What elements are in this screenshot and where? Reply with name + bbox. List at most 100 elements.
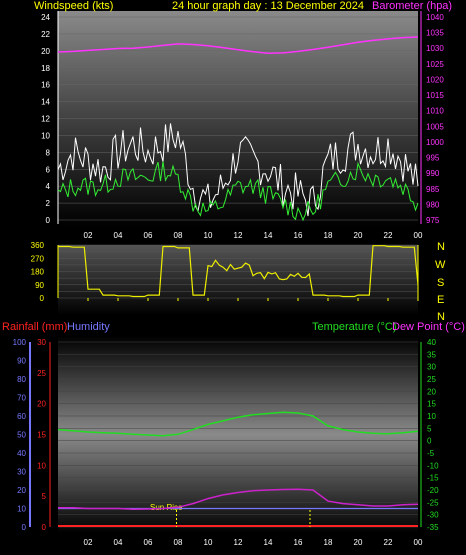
temperature-tick-label: 0 bbox=[427, 437, 432, 446]
hour-tick-label-bottom: 22 bbox=[384, 538, 393, 547]
humidity-tick-label: 80 bbox=[17, 375, 26, 384]
barometer-tick-label: 975 bbox=[426, 216, 440, 225]
hour-tick-label: 14 bbox=[264, 231, 273, 240]
barometer-tick-label: 995 bbox=[426, 154, 440, 163]
temperature-tick-label: 30 bbox=[427, 363, 436, 372]
chart-title: 24 hour graph day : 13 December 2024 bbox=[172, 0, 364, 12]
wind-tick-label: 2 bbox=[46, 199, 51, 208]
rainfall-tick-label: 20 bbox=[37, 400, 46, 409]
rainfall-tick-label: 0 bbox=[42, 523, 47, 532]
hour-tick-label: 00 bbox=[414, 231, 423, 240]
barometer-label: Barometer (hpa) bbox=[372, 0, 452, 12]
temperature-tick-label: 15 bbox=[427, 400, 436, 409]
wind-tick-label: 12 bbox=[41, 115, 50, 124]
direction-tick-label: 90 bbox=[35, 281, 44, 290]
hour-tick-label: 12 bbox=[234, 231, 243, 240]
wind-tick-label: 8 bbox=[46, 148, 51, 157]
humidity-tick-label: 50 bbox=[17, 431, 26, 440]
humidity-tick-label: 70 bbox=[17, 394, 26, 403]
barometer-tick-label: 1005 bbox=[426, 122, 444, 131]
climate-panel-bg bbox=[58, 336, 418, 533]
humidity-tick-label: 0 bbox=[22, 523, 27, 532]
barometer-tick-label: 1040 bbox=[426, 13, 444, 22]
barometer-tick-label: 1030 bbox=[426, 44, 444, 53]
wind-tick-label: 18 bbox=[41, 64, 50, 73]
barometer-tick-label: 980 bbox=[426, 200, 440, 209]
barometer-tick-label: 1035 bbox=[426, 29, 444, 38]
hour-tick-label-bottom: 02 bbox=[84, 538, 93, 547]
wind-tick-label: 24 bbox=[41, 13, 50, 22]
direction-panel-bg bbox=[58, 245, 418, 315]
barometer-tick-label: 985 bbox=[426, 185, 440, 194]
hour-tick-label: 18 bbox=[324, 231, 333, 240]
temperature-tick-label: -5 bbox=[427, 449, 435, 458]
compass-n-top: N bbox=[437, 241, 445, 253]
humidity-tick-label: 30 bbox=[17, 468, 26, 477]
wind-tick-label: 6 bbox=[46, 165, 51, 174]
temperature-tick-label: -35 bbox=[427, 523, 439, 532]
rainfall-tick-label: 10 bbox=[37, 461, 46, 470]
direction-tick-label: 0 bbox=[40, 294, 45, 303]
wind-tick-label: 14 bbox=[41, 98, 50, 107]
temperature-tick-label: -20 bbox=[427, 486, 439, 495]
compass-n-bottom: N bbox=[437, 311, 445, 323]
temperature-tick-label: -15 bbox=[427, 474, 439, 483]
direction-tick-label: 270 bbox=[31, 254, 45, 263]
hour-tick-label-bottom: 04 bbox=[114, 538, 123, 547]
rainfall-tick-label: 30 bbox=[37, 338, 46, 347]
hour-tick-label-bottom: 14 bbox=[264, 538, 273, 547]
wind-tick-label: 16 bbox=[41, 81, 50, 90]
wind-panel-bg bbox=[58, 11, 418, 227]
hour-tick-label-bottom: 10 bbox=[204, 538, 213, 547]
hour-tick-label: 20 bbox=[354, 231, 363, 240]
hour-tick-label: 10 bbox=[204, 231, 213, 240]
windspeed-label: Windspeed (kts) bbox=[34, 0, 113, 12]
hour-tick-label: 02 bbox=[84, 231, 93, 240]
rainfall-tick-label: 25 bbox=[37, 369, 46, 378]
temperature-tick-label: 40 bbox=[427, 338, 436, 347]
humidity-tick-label: 100 bbox=[13, 338, 27, 347]
barometer-tick-label: 1025 bbox=[426, 60, 444, 69]
temperature-tick-label: 10 bbox=[427, 412, 436, 421]
barometer-tick-label: 1000 bbox=[426, 138, 444, 147]
hour-tick-label: 16 bbox=[294, 231, 303, 240]
temperature-tick-label: 25 bbox=[427, 375, 436, 384]
compass-e: E bbox=[437, 294, 444, 306]
hour-tick-label: 22 bbox=[384, 231, 393, 240]
hour-tick-label: 06 bbox=[144, 231, 153, 240]
temperature-tick-label: -10 bbox=[427, 461, 439, 470]
hour-tick-label-bottom: 18 bbox=[324, 538, 333, 547]
rainfall-label: Rainfall (mm) bbox=[2, 321, 67, 333]
temperature-tick-label: 5 bbox=[427, 424, 432, 433]
wind-tick-label: 20 bbox=[41, 47, 50, 56]
temperature-tick-label: 20 bbox=[427, 387, 436, 396]
humidity-tick-label: 20 bbox=[17, 486, 26, 495]
weather-chart: Windspeed (kts) 24 hour graph day : 13 D… bbox=[2, 0, 465, 547]
barometer-tick-label: 1015 bbox=[426, 91, 444, 100]
hour-tick-label-bottom: 16 bbox=[294, 538, 303, 547]
humidity-label: Humidity bbox=[67, 321, 110, 333]
hour-tick-label-bottom: 20 bbox=[354, 538, 363, 547]
direction-tick-label: 180 bbox=[31, 268, 45, 277]
compass-w: W bbox=[435, 259, 446, 271]
wind-tick-label: 22 bbox=[41, 30, 50, 39]
rainfall-tick-label: 5 bbox=[42, 492, 47, 501]
hour-tick-label-bottom: 08 bbox=[174, 538, 183, 547]
temperature-tick-label: -30 bbox=[427, 511, 439, 520]
hour-tick-label-bottom: 12 bbox=[234, 538, 243, 547]
dewpoint-label: Dew Point (°C) bbox=[392, 321, 465, 333]
hour-tick-label-bottom: 06 bbox=[144, 538, 153, 547]
hour-tick-label: 08 bbox=[174, 231, 183, 240]
hour-tick-label-bottom: 00 bbox=[414, 538, 423, 547]
wind-tick-label: 0 bbox=[46, 216, 51, 225]
temperature-tick-label: -25 bbox=[427, 498, 439, 507]
humidity-tick-label: 90 bbox=[17, 357, 26, 366]
compass-s: S bbox=[437, 277, 444, 289]
temperature-tick-label: 35 bbox=[427, 350, 436, 359]
wind-tick-label: 4 bbox=[46, 182, 51, 191]
barometer-tick-label: 1020 bbox=[426, 75, 444, 84]
humidity-tick-label: 60 bbox=[17, 412, 26, 421]
wind-tick-label: 10 bbox=[41, 131, 50, 140]
hour-tick-label: 04 bbox=[114, 231, 123, 240]
barometer-tick-label: 990 bbox=[426, 169, 440, 178]
